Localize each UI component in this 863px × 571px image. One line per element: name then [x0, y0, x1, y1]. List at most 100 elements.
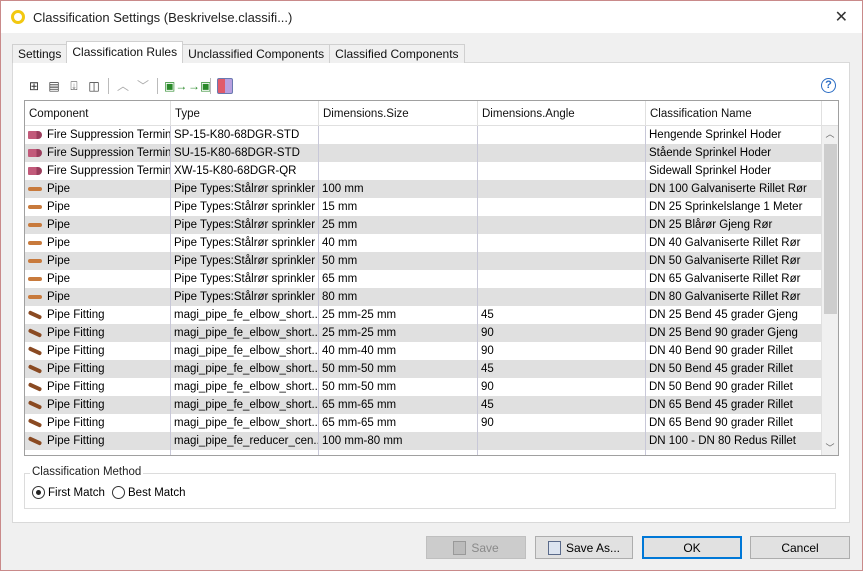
- radio-button[interactable]: [112, 486, 125, 499]
- insert-row-icon[interactable]: ▤: [46, 78, 62, 94]
- cell-component[interactable]: Pipe: [25, 288, 171, 306]
- column-header-size[interactable]: Dimensions.Size: [319, 101, 478, 125]
- cell-size[interactable]: 25 mm: [319, 216, 478, 234]
- cell-component[interactable]: Pipe Fitting: [25, 306, 171, 324]
- cell-classification-name[interactable]: DN 50 Galvaniserte Rillet Rør: [646, 252, 822, 270]
- cell-component[interactable]: Fire Suppression Terminal: [25, 144, 171, 162]
- cell-angle[interactable]: [478, 252, 646, 270]
- cell-type[interactable]: Pipe Types:Stålrør sprinkler: [171, 252, 319, 270]
- cell-angle[interactable]: [478, 216, 646, 234]
- cell-angle[interactable]: [478, 432, 646, 450]
- cell-component[interactable]: Pipe Fitting: [25, 378, 171, 396]
- table-row[interactable]: Pipe Fitting magi_pipe_fe_elbow_short... 5…: [25, 378, 838, 396]
- table-row[interactable]: Pipe Pipe Types:Stålrør sprinkler 25 mm DN …: [25, 216, 838, 234]
- vertical-scrollbar[interactable]: ︿ ﹀: [821, 126, 838, 455]
- cell-angle[interactable]: [478, 144, 646, 162]
- cell-classification-name[interactable]: DN 50 Bend 90 grader Rillet: [646, 378, 822, 396]
- cell-size[interactable]: 65 mm-65 mm: [319, 414, 478, 432]
- cell-component[interactable]: Pipe: [25, 234, 171, 252]
- table-row-partial[interactable]: [25, 450, 838, 455]
- cell-type[interactable]: magi_pipe_fe_elbow_short...: [171, 396, 319, 414]
- cell-angle[interactable]: [478, 162, 646, 180]
- cell-angle[interactable]: [478, 180, 646, 198]
- ok-button[interactable]: OK: [642, 536, 742, 559]
- cell-classification-name[interactable]: Stående Sprinkel Hoder: [646, 144, 822, 162]
- table-row[interactable]: Pipe Fitting magi_pipe_fe_reducer_cen... 1…: [25, 432, 838, 450]
- cell-classification-name[interactable]: DN 80 Galvaniserte Rillet Rør: [646, 288, 822, 306]
- column-header-type[interactable]: Type: [171, 101, 319, 125]
- cell-classification-name[interactable]: DN 25 Bend 90 grader Gjeng: [646, 324, 822, 342]
- save-as-button[interactable]: Save As...: [535, 536, 633, 559]
- cell-angle[interactable]: 45: [478, 306, 646, 324]
- table-row[interactable]: Pipe Pipe Types:Stålrør sprinkler 15 mm DN …: [25, 198, 838, 216]
- cell-component[interactable]: Pipe: [25, 216, 171, 234]
- cell-angle[interactable]: [478, 126, 646, 144]
- table-row[interactable]: Fire Suppression Terminal SP-15-K80-68DGR…: [25, 126, 838, 144]
- tab-classification-rules[interactable]: Classification Rules: [66, 41, 184, 63]
- cell-classification-name[interactable]: DN 40 Galvaniserte Rillet Rør: [646, 234, 822, 252]
- cell-size[interactable]: 50 mm-50 mm: [319, 378, 478, 396]
- cell-size[interactable]: 50 mm: [319, 252, 478, 270]
- close-icon[interactable]: ✕: [835, 7, 848, 27]
- cell-component[interactable]: Pipe: [25, 180, 171, 198]
- scrollbar-thumb[interactable]: [824, 144, 837, 314]
- cell-type[interactable]: SU-15-K80-68DGR-STD: [171, 144, 319, 162]
- cell-angle[interactable]: [478, 198, 646, 216]
- cell-type[interactable]: magi_pipe_fe_elbow_short...: [171, 360, 319, 378]
- cell-component[interactable]: Fire Suppression Terminal: [25, 162, 171, 180]
- cell-angle[interactable]: [478, 234, 646, 252]
- column-header-classification-name[interactable]: Classification Name: [646, 101, 822, 125]
- cell-angle[interactable]: [478, 288, 646, 306]
- tab-settings[interactable]: Settings: [12, 44, 68, 63]
- cell-size[interactable]: 80 mm: [319, 288, 478, 306]
- cell-size[interactable]: [319, 126, 478, 144]
- cell-classification-name[interactable]: DN 100 - DN 80 Redus Rillet: [646, 432, 822, 450]
- cell-type[interactable]: magi_pipe_fe_elbow_short...: [171, 324, 319, 342]
- cell-classification-name[interactable]: DN 25 Bend 45 grader Gjeng: [646, 306, 822, 324]
- tab-unclassified-components[interactable]: Unclassified Components: [182, 44, 331, 63]
- cell-type[interactable]: SP-15-K80-68DGR-STD: [171, 126, 319, 144]
- cell-angle[interactable]: 90: [478, 414, 646, 432]
- cell-classification-name[interactable]: DN 40 Bend 90 grader Rillet: [646, 342, 822, 360]
- radio-button[interactable]: [32, 486, 45, 499]
- cell-size[interactable]: 40 mm: [319, 234, 478, 252]
- cell-angle[interactable]: 45: [478, 396, 646, 414]
- cell-type[interactable]: magi_pipe_fe_elbow_short...: [171, 306, 319, 324]
- cell-component[interactable]: Pipe Fitting: [25, 342, 171, 360]
- cell-component[interactable]: Pipe: [25, 198, 171, 216]
- cell-classification-name[interactable]: DN 65 Bend 90 grader Rillet: [646, 414, 822, 432]
- cell-type[interactable]: Pipe Types:Stålrør sprinkler: [171, 270, 319, 288]
- cell-component[interactable]: Pipe Fitting: [25, 414, 171, 432]
- cell-type[interactable]: XW-15-K80-68DGR-QR: [171, 162, 319, 180]
- cell-angle[interactable]: 90: [478, 324, 646, 342]
- cell-size[interactable]: [319, 144, 478, 162]
- export-excel-icon[interactable]: ▣→: [164, 78, 187, 94]
- save-button[interactable]: Save: [426, 536, 526, 559]
- radio-first-match[interactable]: First Match: [32, 486, 105, 499]
- table-row[interactable]: Pipe Pipe Types:Stålrør sprinkler 65 mm DN …: [25, 270, 838, 288]
- cell-component[interactable]: Pipe Fitting: [25, 432, 171, 450]
- move-down-icon[interactable]: ﹀: [135, 78, 151, 94]
- cell-component[interactable]: Pipe Fitting: [25, 360, 171, 378]
- cell-type[interactable]: Pipe Types:Stålrør sprinkler: [171, 180, 319, 198]
- table-row[interactable]: Pipe Fitting magi_pipe_fe_elbow_short... 6…: [25, 414, 838, 432]
- cell-angle[interactable]: 90: [478, 342, 646, 360]
- cell-classification-name[interactable]: DN 100 Galvaniserte Rillet Rør: [646, 180, 822, 198]
- cell-size[interactable]: 15 mm: [319, 198, 478, 216]
- cell-type[interactable]: magi_pipe_fe_elbow_short...: [171, 414, 319, 432]
- cell-classification-name[interactable]: DN 25 Blårør Gjeng Rør: [646, 216, 822, 234]
- cell-size[interactable]: 65 mm-65 mm: [319, 396, 478, 414]
- cell-type[interactable]: Pipe Types:Stålrør sprinkler: [171, 234, 319, 252]
- cell-classification-name[interactable]: DN 65 Galvaniserte Rillet Rør: [646, 270, 822, 288]
- cell-size[interactable]: [319, 162, 478, 180]
- cancel-button[interactable]: Cancel: [750, 536, 850, 559]
- table-row[interactable]: Pipe Pipe Types:Stålrør sprinkler 100 mm DN…: [25, 180, 838, 198]
- cell-type[interactable]: Pipe Types:Stålrør sprinkler: [171, 216, 319, 234]
- radio-best-match[interactable]: Best Match: [112, 486, 186, 499]
- table-row[interactable]: Pipe Fitting magi_pipe_fe_elbow_short... 4…: [25, 342, 838, 360]
- table-row[interactable]: Fire Suppression Terminal SU-15-K80-68DGR…: [25, 144, 838, 162]
- import-excel-icon[interactable]: →▣: [188, 78, 211, 94]
- cell-size[interactable]: 65 mm: [319, 270, 478, 288]
- column-header-angle[interactable]: Dimensions.Angle: [478, 101, 646, 125]
- cell-type[interactable]: magi_pipe_fe_reducer_cen...: [171, 432, 319, 450]
